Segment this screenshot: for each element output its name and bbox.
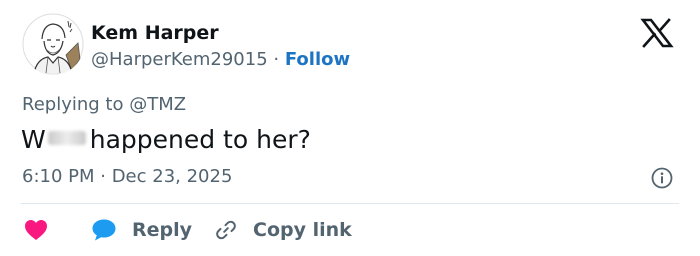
- handle-row: @HarperKem29015 · Follow: [91, 48, 350, 72]
- separator: ·: [273, 49, 280, 70]
- copy-link-label: Copy link: [253, 219, 352, 241]
- timestamp[interactable]: 6:10 PM · Dec 23, 2025: [22, 165, 232, 189]
- divider: [21, 203, 679, 204]
- replying-to[interactable]: Replying to @TMZ: [22, 93, 186, 117]
- tweet-text: Whappened to her?: [21, 123, 311, 157]
- avatar[interactable]: [22, 13, 84, 75]
- avatar-illustration: [22, 13, 84, 75]
- heart-icon: [25, 220, 47, 240]
- tweet-text-end: happened to her?: [89, 125, 311, 154]
- redacted-word: [47, 131, 86, 145]
- handle[interactable]: @HarperKem29015: [91, 49, 268, 70]
- reply-button[interactable]: Reply: [91, 216, 192, 244]
- display-name[interactable]: Kem Harper: [91, 20, 350, 46]
- author-info: Kem Harper @HarperKem29015 · Follow: [91, 20, 350, 72]
- like-button[interactable]: [24, 216, 48, 244]
- follow-button[interactable]: Follow: [285, 49, 350, 70]
- x-logo-icon[interactable]: [640, 18, 674, 48]
- tweet-text-start: W: [21, 125, 46, 154]
- link-icon: [216, 220, 236, 240]
- speech-bubble-icon: [92, 219, 116, 241]
- copy-link-button[interactable]: Copy link: [214, 216, 352, 244]
- reply-label: Reply: [132, 219, 193, 241]
- info-icon[interactable]: [651, 167, 673, 189]
